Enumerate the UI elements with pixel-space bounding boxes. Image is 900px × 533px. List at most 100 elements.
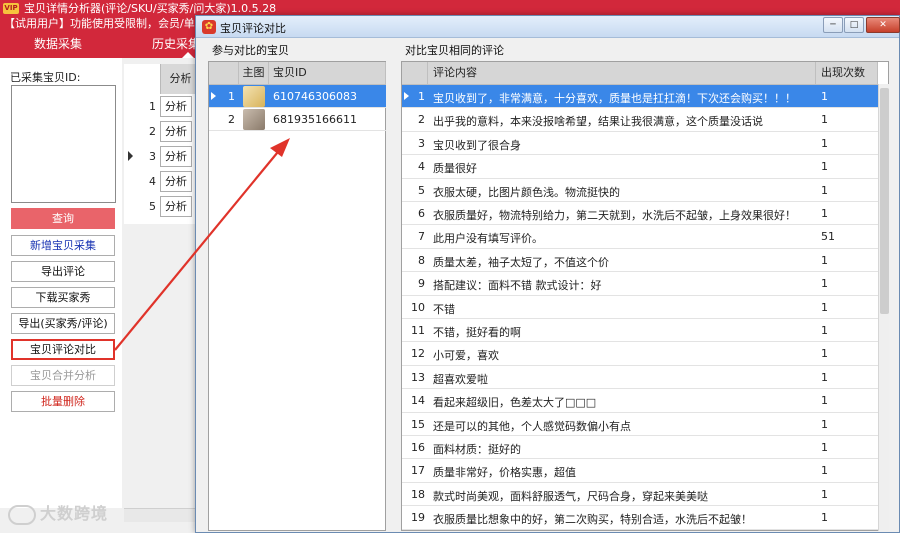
watermark-text: 大数跨境 — [40, 504, 109, 523]
row-number: 5 — [418, 183, 425, 197]
comment-text: 出乎我的意料，本来没报啥希望，结果让我很满意，这个质量没话说 — [433, 115, 763, 129]
column-header-item-id[interactable]: 宝贝ID — [269, 62, 386, 85]
minimize-button[interactable]: ─ — [823, 17, 843, 33]
comment-row[interactable]: 9 搭配建议：面料不错 款式设计：好 1 — [402, 272, 878, 296]
row-number: 1 — [418, 90, 425, 103]
collected-ids-label: 已采集宝贝ID: — [10, 71, 81, 84]
comment-row[interactable]: 17 质量非常好，价格实惠，超值 1 — [402, 459, 878, 483]
comment-row[interactable]: 13 超喜欢爱啦 1 — [402, 366, 878, 390]
item-row[interactable]: 2 681935166611 — [209, 108, 386, 131]
comments-vertical-scrollbar[interactable] — [878, 84, 889, 531]
item-thumbnail — [243, 86, 265, 107]
compare-dialog: ✿ 宝贝评论对比 ─ □ ✕ 参与对比的宝贝 对比宝贝相同的评论 主图 宝贝ID… — [195, 15, 900, 533]
comment-count: 1 — [821, 441, 828, 454]
comments-grid: 评论内容 出现次数 1 宝贝收到了，非常满意，十分喜欢，质量也是扛扛滴！下次还会购… — [401, 61, 889, 531]
comment-count: 1 — [821, 277, 828, 291]
row-number: 16 — [411, 441, 425, 454]
comment-row[interactable]: 11 不错，挺好看的啊 1 — [402, 319, 878, 343]
comment-row[interactable]: 16 面料材质：挺好的 1 — [402, 436, 878, 460]
comment-row[interactable]: 2 出乎我的意料，本来没报啥希望，结果让我很满意，这个质量没话说 1 — [402, 108, 878, 132]
row-number: 5 — [149, 200, 156, 213]
left-panel: 已采集宝贝ID: 查询 新增宝贝采集 导出评论 下载买家秀 导出(买家秀/评论)… — [0, 58, 122, 508]
row-number: 3 — [149, 150, 156, 163]
row-number: 1 — [228, 90, 235, 103]
comment-text: 款式时尚美观，面料舒服透气，尺码合身，穿起来美美哒 — [433, 489, 708, 503]
analyze-button[interactable]: 分析 — [160, 196, 192, 217]
row-number: 2 — [418, 113, 425, 127]
comment-text: 看起来超级旧，色差太大了□□□ — [433, 396, 597, 410]
item-id: 610746306083 — [273, 90, 357, 103]
comment-row[interactable]: 4 质量很好 1 — [402, 155, 878, 179]
download-buyer-show-button[interactable]: 下载买家秀 — [11, 287, 115, 308]
comment-count: 1 — [821, 370, 828, 384]
new-collect-button[interactable]: 新增宝贝采集 — [11, 235, 115, 256]
comment-text: 宝贝收到了，非常满意，十分喜欢，质量也是扛扛滴！下次还会购买！！！ — [433, 92, 796, 105]
history-row: 2 分析 — [124, 119, 200, 144]
comment-row[interactable]: 12 小可爱，喜欢 1 — [402, 342, 878, 366]
maximize-button[interactable]: □ — [844, 17, 864, 33]
batch-delete-button[interactable]: 批量删除 — [11, 391, 115, 412]
collected-ids-textbox[interactable] — [11, 85, 116, 203]
comment-row[interactable]: 1 宝贝收到了，非常满意，十分喜欢，质量也是扛扛滴！下次还会购买！！！ 1 — [402, 85, 878, 109]
close-button[interactable]: ✕ — [866, 17, 900, 33]
row-number: 11 — [411, 324, 425, 337]
comment-row[interactable]: 14 看起来超级旧，色差太大了□□□ 1 — [402, 389, 878, 413]
row-number: 6 — [418, 207, 425, 220]
comment-row[interactable]: 15 还是可以的其他，个人感觉码数偏小有点 1 — [402, 413, 878, 436]
comment-row[interactable]: 19 衣服质量比想象中的好，第二次购买，特别合适，水洗后不起皱！ 1 — [402, 506, 878, 530]
analyze-button[interactable]: 分析 — [160, 96, 192, 117]
comment-text: 衣服质量好，物流特别给力，第二天就到，水洗后不起皱，上身效果很好！ — [433, 209, 796, 222]
history-horizontal-scrollbar[interactable] — [124, 508, 200, 522]
app-icon: ✿ — [202, 20, 216, 34]
comment-text: 还是可以的其他，个人感觉码数偏小有点 — [433, 419, 631, 433]
vip-badge: VIP — [3, 3, 19, 14]
column-header-count[interactable]: 出现次数 — [816, 62, 878, 85]
comment-text: 衣服质量比想象中的好，第二次购买，特别合适，水洗后不起皱！ — [433, 513, 752, 527]
tab-data-collect[interactable]: 数据采集 — [34, 32, 82, 58]
comment-row[interactable]: 10 不错 1 — [402, 296, 878, 319]
comment-row[interactable]: 5 衣服太硬，比图片颜色浅。物流挺快的 1 — [402, 179, 878, 202]
row-number: 7 — [418, 230, 425, 244]
scrollbar-thumb[interactable] — [880, 88, 889, 314]
comment-count: 1 — [821, 160, 828, 174]
row-number: 4 — [418, 160, 425, 174]
compare-comments-button[interactable]: 宝贝评论对比 — [11, 339, 115, 360]
comment-count: 1 — [821, 417, 828, 431]
query-button[interactable]: 查询 — [11, 208, 115, 229]
row-number: 2 — [149, 125, 156, 138]
analyze-button[interactable]: 分析 — [160, 171, 192, 192]
comment-text: 此用户没有填写评价。 — [433, 232, 543, 246]
analyze-button[interactable]: 分析 — [160, 146, 192, 167]
row-header-corner — [209, 62, 239, 85]
comment-text: 小可爱，喜欢 — [433, 349, 499, 363]
column-header-comment[interactable]: 评论内容 — [428, 62, 816, 85]
dialog-title-bar[interactable]: ✿ 宝贝评论对比 ─ □ ✕ — [196, 16, 900, 38]
comment-row[interactable]: 3 宝贝收到了很合身 1 — [402, 132, 878, 156]
comment-row[interactable]: 6 衣服质量好，物流特别给力，第二天就到，水洗后不起皱，上身效果很好！ 1 — [402, 202, 878, 226]
analyze-button[interactable]: 分析 — [160, 121, 192, 142]
item-row[interactable]: 1 610746306083 — [209, 85, 386, 108]
active-tab-caret-icon — [182, 52, 194, 58]
items-section-label: 参与对比的宝贝 — [212, 44, 289, 57]
column-header-image[interactable]: 主图 — [239, 62, 269, 85]
comment-count: 51 — [821, 230, 835, 244]
merge-analysis-button[interactable]: 宝贝合并分析 — [11, 365, 115, 386]
comment-row[interactable]: 8 质量太差，袖子太短了，不值这个价 1 — [402, 249, 878, 273]
comment-text: 不错，挺好看的啊 — [433, 326, 521, 339]
comment-text: 超喜欢爱啦 — [433, 372, 488, 386]
export-comments-button[interactable]: 导出评论 — [11, 261, 115, 282]
comment-row[interactable]: 7 此用户没有填写评价。 51 — [402, 225, 878, 249]
row-number: 12 — [411, 347, 425, 361]
comment-text: 宝贝收到了很合身 — [433, 138, 521, 152]
row-number: 2 — [228, 113, 235, 126]
row-number: 13 — [411, 370, 425, 384]
row-number: 1 — [149, 100, 156, 113]
comment-count: 1 — [821, 464, 828, 478]
export-both-button[interactable]: 导出(买家秀/评论) — [11, 313, 115, 334]
row-number: 17 — [411, 464, 425, 478]
comment-count: 1 — [821, 90, 828, 103]
comment-row[interactable]: 18 款式时尚美观，面料舒服透气，尺码合身，穿起来美美哒 1 — [402, 483, 878, 507]
comment-text: 质量非常好，价格实惠，超值 — [433, 466, 576, 480]
comment-count: 1 — [821, 511, 828, 525]
row-number: 10 — [411, 300, 425, 314]
